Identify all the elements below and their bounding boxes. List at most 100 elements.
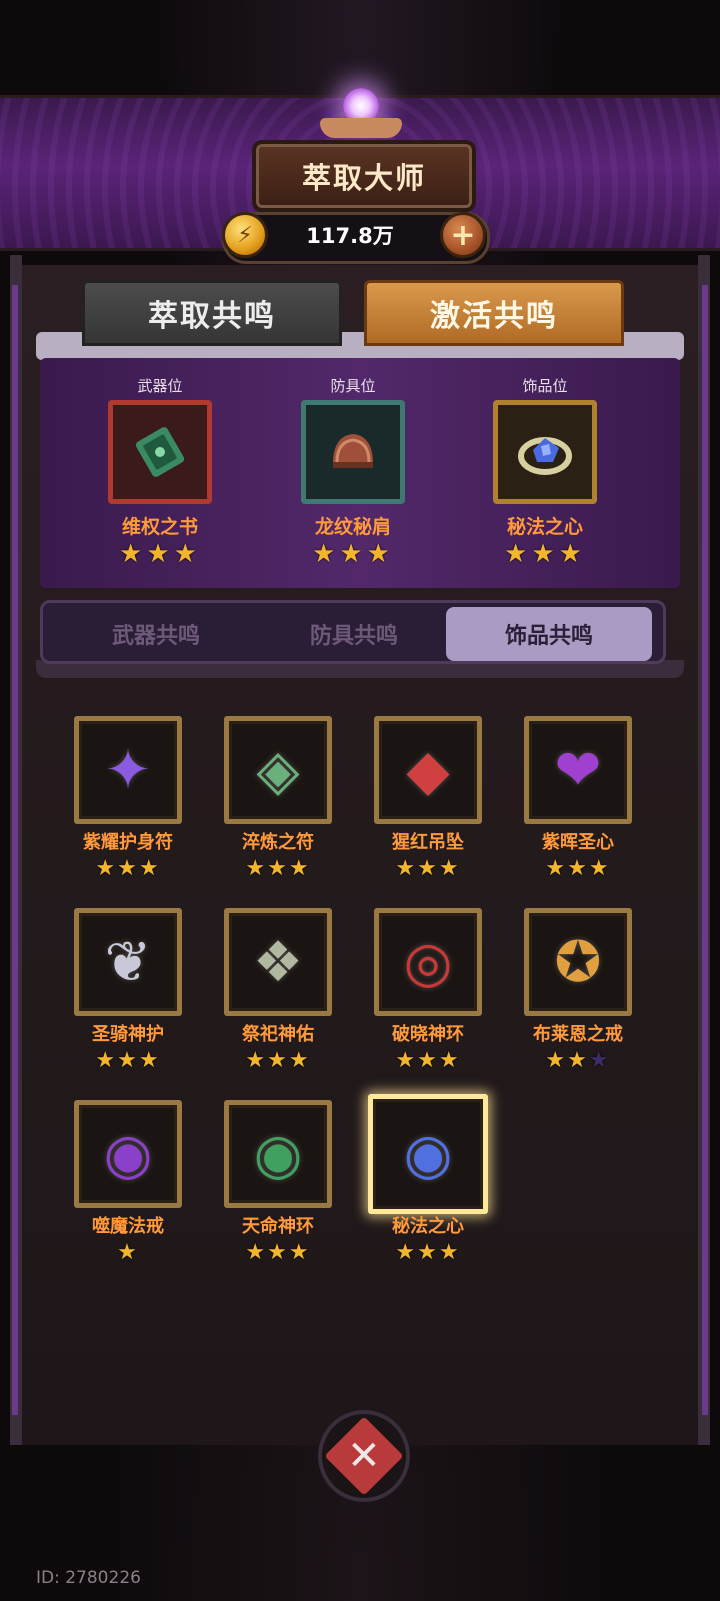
slot-frame[interactable] — [301, 400, 405, 504]
item-stars: ★★★ — [368, 1238, 488, 1268]
item-name: 天命神环 — [242, 1216, 314, 1237]
currency-value: 117.8万 — [306, 224, 394, 248]
star-icon: ★ — [395, 1048, 418, 1073]
star-icon: ★ — [267, 856, 289, 881]
item-stars: ★ — [72, 1238, 184, 1268]
item-frame[interactable]: ✦ — [74, 716, 182, 824]
item-stars: ★★★ — [372, 1046, 484, 1076]
item-stars: ★★★ — [222, 1238, 334, 1268]
star-icon: ★ — [245, 856, 268, 881]
item-frame[interactable]: ◎ — [374, 908, 482, 1016]
item-card[interactable]: ◎ 破晓神环 ★★★ — [372, 908, 484, 1076]
ritual-necklace-icon: ❖ — [252, 929, 304, 995]
star-icon: ★ — [438, 1048, 461, 1073]
slot-stars: ★★★ — [504, 539, 586, 569]
page-title: 萃取大师 — [301, 161, 426, 195]
tab-extract-resonance[interactable]: 萃取共鸣 — [82, 280, 342, 346]
star-icon: ★ — [567, 1048, 589, 1073]
star-icon: ★ — [395, 856, 418, 881]
item-frame[interactable]: ✪ — [524, 908, 632, 1016]
page-title-plate: 萃取大师 — [252, 140, 476, 212]
red-bracelet-icon: ◎ — [403, 929, 453, 995]
item-name: 圣骑神护 — [92, 1024, 164, 1045]
star-icon: ★ — [417, 1048, 439, 1073]
emerald-ring-icon: ◉ — [253, 1121, 303, 1187]
star-icon: ★ — [267, 1240, 289, 1265]
star-icon: ★ — [95, 1048, 118, 1073]
wing-collar-icon: ❦ — [104, 929, 152, 995]
item-card[interactable]: ◈ 淬炼之符 ★★★ — [222, 716, 334, 884]
item-stars: ★★★ — [222, 854, 334, 884]
star-icon: ★ — [438, 1240, 461, 1265]
purple-amulet-icon: ✦ — [104, 737, 152, 803]
item-card[interactable]: ✦ 紫耀护身符 ★★★ — [72, 716, 184, 884]
slot-frame[interactable] — [108, 400, 212, 504]
star-ring-icon: ✪ — [554, 929, 602, 995]
slot-caption: 饰品位 — [522, 377, 568, 395]
star-icon: ★ — [138, 856, 161, 881]
star-icon: ★ — [288, 1048, 311, 1073]
item-name: 噬魔法戒 — [92, 1216, 164, 1237]
item-frame[interactable]: ◈ — [224, 716, 332, 824]
item-card[interactable]: ◉ 噬魔法戒 ★ — [72, 1100, 184, 1268]
subtab-armor[interactable]: 防具共鸣 — [254, 607, 454, 661]
subtab-weapon[interactable]: 武器共鸣 — [56, 607, 256, 661]
item-card[interactable]: ❦ 圣骑神护 ★★★ — [72, 908, 184, 1076]
slot-stars: ★★★ — [312, 539, 394, 569]
item-name: 布莱恩之戒 — [533, 1024, 623, 1045]
hand-icon — [320, 118, 402, 138]
purple-ring-icon: ◉ — [103, 1121, 153, 1187]
star-icon: ★ — [245, 1048, 268, 1073]
shoulder-armor-icon — [333, 434, 373, 468]
blue-ring-icon: ◉ — [403, 1121, 453, 1187]
add-currency-button[interactable]: + — [440, 212, 486, 258]
item-name: 紫耀护身符 — [83, 832, 173, 853]
armor-slot[interactable]: 防具位 龙纹秘肩 ★★★ — [298, 375, 408, 569]
tab-activate-resonance[interactable]: 激活共鸣 — [364, 280, 624, 346]
item-card[interactable]: ◆ 猩红吊坠 ★★★ — [372, 716, 484, 884]
green-amulet-icon: ◈ — [256, 737, 300, 803]
item-frame[interactable]: ◉ — [224, 1100, 332, 1208]
item-name: 祭祀神佑 — [242, 1024, 314, 1045]
item-name: 破晓神环 — [392, 1024, 464, 1045]
item-frame[interactable]: ◉ — [368, 1094, 488, 1214]
coin-icon: ⚡ — [222, 212, 268, 258]
item-card[interactable]: ✪ 布莱恩之戒 ★★★ — [522, 908, 634, 1076]
slot-caption: 武器位 — [137, 377, 183, 395]
slot-item-name: 维权之书 — [121, 516, 198, 538]
item-card[interactable]: ❖ 祭祀神佑 ★★★ — [222, 908, 334, 1076]
item-name: 猩红吊坠 — [392, 832, 464, 853]
star-icon: ★ — [245, 1240, 268, 1265]
item-frame[interactable]: ❦ — [74, 908, 182, 1016]
subtab-accessory[interactable]: 饰品共鸣 — [446, 607, 652, 661]
item-stars: ★★★ — [72, 1046, 184, 1076]
star-icon: ★ — [267, 1048, 289, 1073]
red-pendant-icon: ◆ — [406, 737, 450, 803]
item-stars: ★★★ — [522, 1046, 634, 1076]
star-icon: ★ — [545, 856, 568, 881]
star-icon: ★ — [117, 856, 139, 881]
star-icon: ★ — [95, 856, 118, 881]
item-card[interactable]: ◉ 秘法之心 ★★★ — [368, 1094, 488, 1268]
star-icon: ★ — [588, 1048, 611, 1073]
item-frame[interactable]: ❤ — [524, 716, 632, 824]
star-icon: ★ — [288, 856, 311, 881]
accessory-slot[interactable]: 饰品位 秘法之心 ★★★ — [490, 375, 600, 569]
item-card[interactable]: ❤ 紫晖圣心 ★★★ — [522, 716, 634, 884]
slot-item-name: 龙纹秘肩 — [314, 516, 391, 538]
close-button[interactable]: ✕ — [318, 1410, 410, 1502]
item-frame[interactable]: ◉ — [74, 1100, 182, 1208]
item-frame[interactable]: ◆ — [374, 716, 482, 824]
item-card[interactable]: ◉ 天命神环 ★★★ — [222, 1100, 334, 1268]
item-stars: ★★★ — [522, 854, 634, 884]
weapon-slot[interactable]: 武器位 维权之书 ★★★ — [105, 375, 215, 569]
star-icon: ★ — [438, 856, 461, 881]
player-id: ID: 2780226 — [36, 1568, 141, 1588]
item-frame[interactable]: ❖ — [224, 908, 332, 1016]
slot-caption: 防具位 — [330, 377, 376, 395]
slot-frame[interactable] — [493, 400, 597, 504]
green-book-icon — [135, 427, 185, 477]
crossed-swords-icon: ✕ — [324, 1416, 404, 1496]
item-name: 淬炼之符 — [242, 832, 314, 853]
star-icon: ★ — [288, 1240, 311, 1265]
